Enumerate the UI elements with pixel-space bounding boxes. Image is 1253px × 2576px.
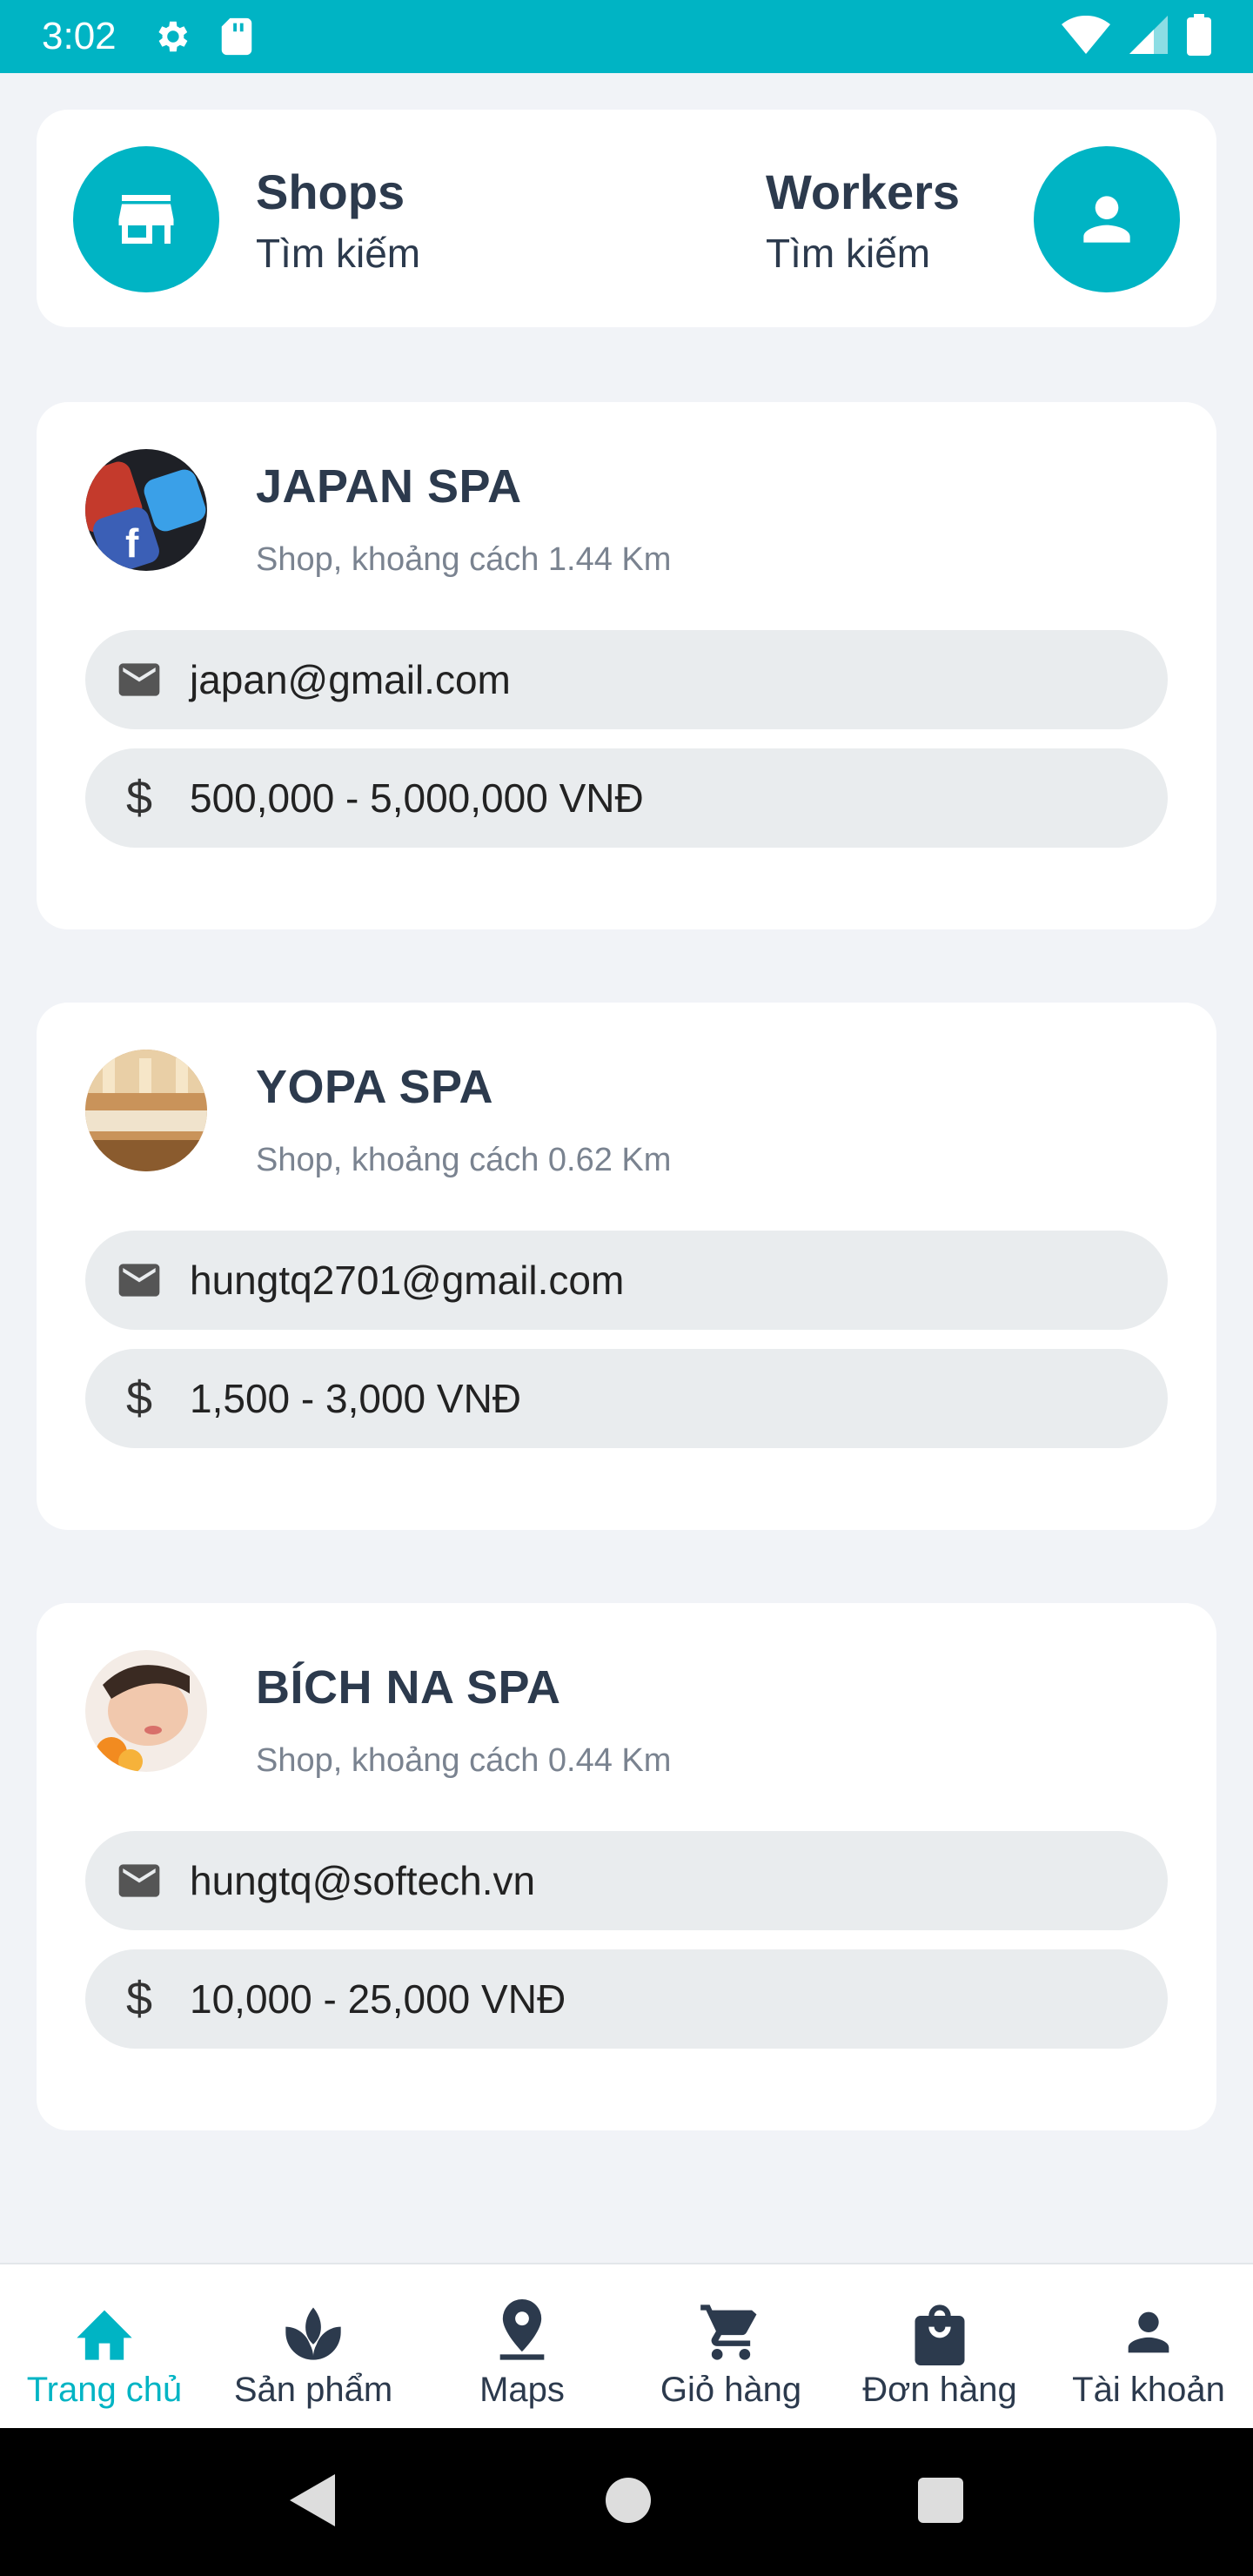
shop-name: BÍCH NA SPA (256, 1661, 561, 1714)
battery-icon (1187, 13, 1211, 60)
price-text: 1,500 - 3,000 VNĐ (190, 1376, 522, 1421)
cart-icon (698, 2299, 764, 2365)
email-row: japan@gmail.com (85, 630, 1168, 729)
nav-label: Trang chủ (26, 2371, 183, 2409)
dollar-icon: $ (125, 1973, 153, 2025)
shops-title[interactable]: Shops (256, 164, 405, 220)
nav-item-maps[interactable]: Maps (418, 2264, 626, 2428)
settings-icon (151, 17, 191, 57)
signal-icon (1129, 15, 1168, 58)
nav-label: Đơn hàng (862, 2371, 1017, 2409)
avatar (85, 1050, 207, 1171)
shop-card[interactable]: BÍCH NA SPA Shop, khoảng cách 0.44 Km hu… (37, 1603, 1216, 2130)
email-text: hungtq@softech.vn (190, 1858, 536, 1903)
shop-name: JAPAN SPA (256, 460, 522, 513)
email-row: hungtq2701@gmail.com (85, 1231, 1168, 1330)
workers-subtitle[interactable]: Tìm kiếm (766, 230, 930, 277)
email-icon (113, 654, 165, 706)
email-text: hungtq2701@gmail.com (190, 1258, 625, 1303)
shop-card[interactable]: f JAPAN SPA Shop, khoảng cách 1.44 Km ja… (37, 402, 1216, 929)
nav-label: Giỏ hàng (660, 2371, 802, 2409)
status-bar: 3:02 (0, 0, 1253, 73)
nav-item-cart[interactable]: Giỏ hàng (626, 2264, 835, 2428)
person-icon (1083, 196, 1130, 243)
map-pin-icon (493, 2299, 551, 2365)
home-icon (71, 2299, 137, 2365)
shops-button[interactable] (73, 146, 219, 292)
system-navigation-bar (0, 2428, 1253, 2576)
avatar (85, 1650, 207, 1772)
nav-label: Tài khoản (1072, 2371, 1225, 2409)
svg-text:f: f (125, 520, 139, 566)
price-row: $ 500,000 - 5,000,000 VNĐ (85, 748, 1168, 848)
email-text: japan@gmail.com (190, 657, 511, 702)
workers-title[interactable]: Workers (766, 164, 960, 220)
price-row: $ 1,500 - 3,000 VNĐ (85, 1349, 1168, 1448)
back-icon[interactable] (289, 2473, 338, 2531)
workers-button[interactable] (1034, 146, 1180, 292)
dollar-icon: $ (125, 1372, 153, 1425)
shopping-bag-icon (909, 2299, 970, 2365)
store-icon (118, 195, 174, 244)
nav-label: Sản phẩm (233, 2371, 393, 2409)
shop-distance: Shop, khoảng cách 1.44 Km (256, 541, 672, 578)
bottom-navigation: Trang chủ Sản phẩm Maps Giỏ hàng Đơn hàn… (0, 2263, 1253, 2428)
quick-search-card: Shops Tìm kiếm Workers Tìm kiếm (37, 110, 1216, 327)
email-row: hungtq@softech.vn (85, 1831, 1168, 1930)
sd-card-icon (219, 17, 254, 57)
shop-name: YOPA SPA (256, 1061, 494, 1113)
nav-item-home[interactable]: Trang chủ (0, 2264, 209, 2428)
price-text: 10,000 - 25,000 VNĐ (190, 1976, 566, 2022)
nav-item-orders[interactable]: Đơn hàng (835, 2264, 1044, 2428)
price-text: 500,000 - 5,000,000 VNĐ (190, 775, 644, 821)
person-icon (1118, 2299, 1179, 2365)
status-time: 3:02 (42, 15, 117, 57)
dollar-icon: $ (125, 772, 153, 824)
shop-distance: Shop, khoảng cách 0.62 Km (256, 1142, 672, 1178)
lotus-icon (280, 2299, 346, 2365)
email-icon (113, 1254, 165, 1306)
nav-label: Maps (479, 2371, 565, 2409)
avatar: f (85, 449, 207, 571)
nav-item-products[interactable]: Sản phẩm (209, 2264, 418, 2428)
wifi-icon (1062, 15, 1110, 58)
price-row: $ 10,000 - 25,000 VNĐ (85, 1949, 1168, 2049)
home-button-icon[interactable] (604, 2476, 653, 2529)
shops-subtitle[interactable]: Tìm kiếm (256, 230, 420, 277)
shop-card[interactable]: YOPA SPA Shop, khoảng cách 0.62 Km hungt… (37, 1003, 1216, 1530)
shop-distance: Shop, khoảng cách 0.44 Km (256, 1742, 672, 1779)
email-icon (113, 1855, 165, 1907)
recents-icon[interactable] (918, 2477, 964, 2527)
nav-item-account[interactable]: Tài khoản (1044, 2264, 1253, 2428)
